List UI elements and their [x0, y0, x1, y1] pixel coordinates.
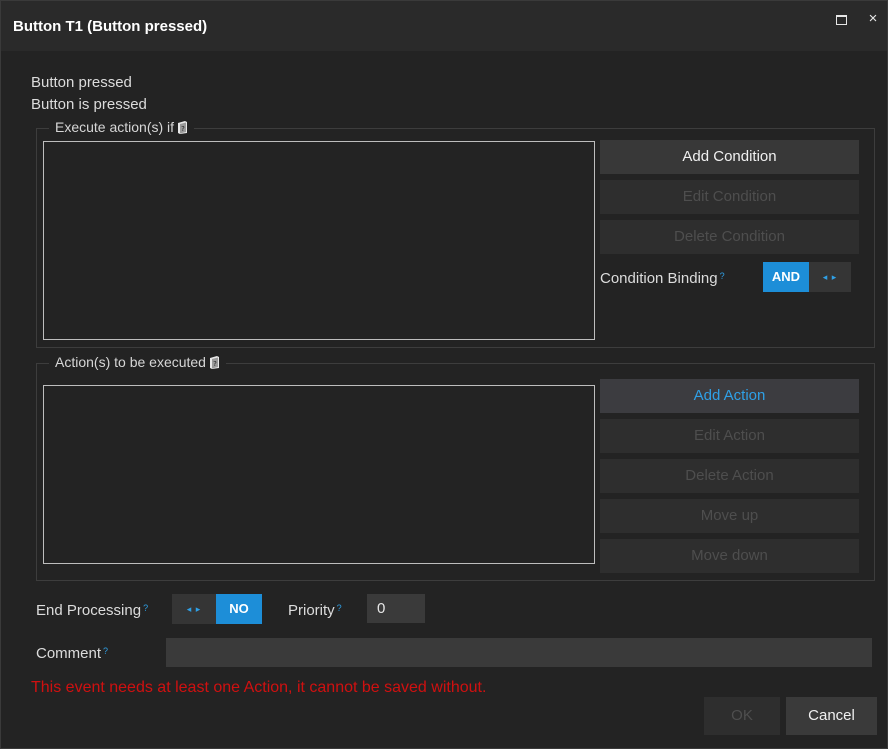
- priority-label: Priority?: [288, 602, 342, 619]
- condition-binding-text: Condition Binding: [600, 270, 718, 287]
- delete-action-button[interactable]: Delete Action: [600, 459, 859, 493]
- add-condition-button[interactable]: Add Condition: [600, 140, 859, 174]
- move-up-button[interactable]: Move up: [600, 499, 859, 533]
- error-message: This event needs at least one Action, it…: [31, 679, 487, 696]
- maximize-button[interactable]: [831, 9, 851, 29]
- cancel-button[interactable]: Cancel: [786, 697, 877, 735]
- window-title: Button T1 (Button pressed): [13, 18, 208, 35]
- end-processing-label: End Processing?: [36, 602, 148, 619]
- edit-condition-button[interactable]: Edit Condition: [600, 180, 859, 214]
- comment-text: Comment: [36, 645, 102, 662]
- event-name: Button pressed: [31, 74, 132, 91]
- condition-binding-toggle[interactable]: AND ◂ ▸: [763, 262, 851, 292]
- close-button[interactable]: ×: [863, 9, 883, 29]
- dialog-window: Button T1 (Button pressed) × Button pres…: [0, 0, 888, 749]
- conditions-list[interactable]: [43, 141, 595, 340]
- move-down-button[interactable]: Move down: [600, 539, 859, 573]
- toggle-arrows-icon: ◂ ▸: [809, 262, 851, 292]
- comment-label: Comment?: [36, 645, 108, 662]
- book-help-icon[interactable]: ?: [177, 121, 188, 134]
- svg-text:?: ?: [181, 125, 185, 133]
- ok-button[interactable]: OK: [704, 697, 780, 735]
- help-icon[interactable]: ?: [143, 603, 148, 613]
- actions-legend-text: Action(s) to be executed: [55, 354, 206, 370]
- add-action-button[interactable]: Add Action: [600, 379, 859, 413]
- book-help-icon[interactable]: ?: [209, 356, 220, 369]
- help-icon[interactable]: ?: [337, 603, 342, 613]
- actions-legend: Action(s) to be executed?: [49, 354, 226, 370]
- help-icon[interactable]: ?: [720, 271, 725, 281]
- comment-input[interactable]: [166, 638, 872, 667]
- title-bar[interactable]: Button T1 (Button pressed) ×: [1, 1, 887, 51]
- svg-text:?: ?: [213, 360, 217, 368]
- conditions-legend-text: Execute action(s) if: [55, 119, 175, 135]
- condition-binding-label: Condition Binding?: [600, 270, 725, 287]
- end-processing-value: NO: [216, 594, 262, 624]
- actions-list[interactable]: [43, 385, 595, 564]
- toggle-arrows-icon: ◂ ▸: [172, 594, 216, 624]
- help-icon[interactable]: ?: [103, 646, 108, 656]
- delete-condition-button[interactable]: Delete Condition: [600, 220, 859, 254]
- priority-text: Priority: [288, 602, 335, 619]
- end-processing-text: End Processing: [36, 602, 142, 619]
- maximize-icon: [835, 14, 847, 25]
- end-processing-toggle[interactable]: ◂ ▸ NO: [172, 594, 262, 624]
- conditions-legend: Execute action(s) if?: [49, 119, 195, 135]
- edit-action-button[interactable]: Edit Action: [600, 419, 859, 453]
- event-description: Button is pressed: [31, 96, 147, 113]
- priority-input[interactable]: 0: [367, 594, 425, 623]
- condition-binding-value: AND: [763, 262, 809, 292]
